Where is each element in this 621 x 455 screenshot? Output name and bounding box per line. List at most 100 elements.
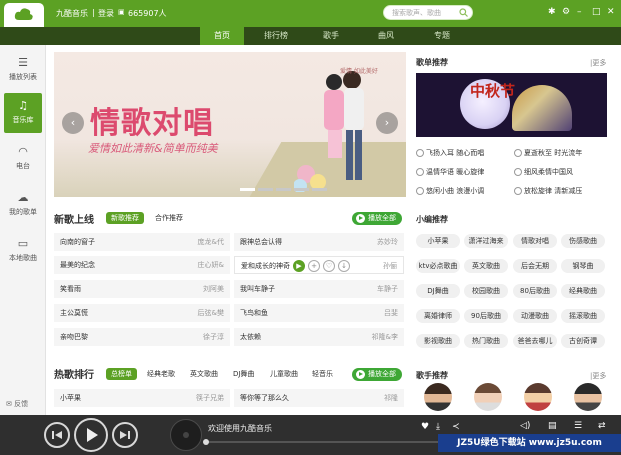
favorite-song-icon[interactable]: ♡	[323, 260, 335, 272]
singer-avatar[interactable]	[424, 383, 452, 411]
sidebar-item-playlist[interactable]: ☰ 播放列表	[0, 50, 46, 90]
next-button[interactable]	[112, 422, 138, 448]
close-icon[interactable]: ✕	[607, 6, 615, 18]
editor-tag[interactable]: 钢琴曲	[561, 259, 605, 273]
tab-classic-oldies[interactable]: 经典老歌	[142, 368, 180, 380]
playlist-icon[interactable]: ☰	[574, 421, 582, 431]
editor-tag[interactable]: 90后歌曲	[464, 309, 508, 323]
playlist-item[interactable]: 飞扬入耳 随心而唱	[416, 148, 484, 158]
sidebar-item-local-songs[interactable]: ▭ 本地歌曲	[0, 231, 46, 271]
song-artist[interactable]: 吕斐	[384, 304, 398, 322]
editor-tag[interactable]: 潇洋过海来	[464, 234, 508, 248]
editor-tag[interactable]: 热门歌曲	[464, 334, 508, 348]
song-artist[interactable]: 筷子兄弟	[196, 389, 224, 407]
editor-tag[interactable]: ktv必点歌曲	[416, 259, 460, 273]
search-icon[interactable]	[459, 8, 468, 17]
editor-tag[interactable]: 英文歌曲	[464, 259, 508, 273]
banner-dot[interactable]	[276, 188, 291, 191]
login-link[interactable]: 登录	[98, 8, 114, 19]
song-name[interactable]: 飞鸟和鱼	[240, 304, 268, 322]
tab-genres[interactable]: 曲风	[364, 27, 408, 45]
play-all-new-button[interactable]: 播放全部	[352, 212, 402, 225]
banner-dot[interactable]	[312, 188, 327, 191]
tab-dj-dance[interactable]: DJ舞曲	[228, 368, 259, 380]
tab-english-songs[interactable]: 英文歌曲	[185, 368, 223, 380]
song-artist[interactable]: 祁隆	[384, 389, 398, 407]
editor-tag[interactable]: 动漫歌曲	[513, 309, 557, 323]
banner-prev-button[interactable]: ‹	[62, 112, 84, 134]
singer-avatar[interactable]	[574, 383, 602, 411]
tab-topics[interactable]: 专题	[420, 27, 464, 45]
song-name[interactable]: 跟神总会认得	[240, 233, 282, 251]
tab-children-songs[interactable]: 儿童歌曲	[265, 368, 303, 380]
promo-banner[interactable]: 爱情 如此美好 情歌对唱 爱情如此清新&简单而纯美 ‹ ›	[54, 52, 406, 197]
song-artist[interactable]: 刘阿美	[203, 280, 224, 298]
download-song-icon[interactable]: ↓	[338, 260, 350, 272]
maximize-icon[interactable]: □	[592, 6, 601, 18]
playlists-more-link[interactable]: |更多	[590, 58, 606, 68]
album-cover[interactable]	[170, 419, 202, 451]
minimize-icon[interactable]: –	[577, 6, 582, 18]
banner-dot[interactable]	[240, 188, 255, 191]
editor-tag[interactable]: DJ舞曲	[416, 284, 460, 298]
editor-tag[interactable]: 80后歌曲	[513, 284, 557, 298]
song-name[interactable]: 爱和成长的神奇	[241, 257, 290, 273]
song-artist[interactable]: 庄心妍&	[198, 256, 224, 274]
singers-more-link[interactable]: |更多	[590, 371, 606, 381]
tab-overall-chart[interactable]: 总榜单	[106, 368, 137, 380]
song-row[interactable]: 飞鸟和鱼 吕斐	[234, 304, 404, 322]
song-name[interactable]: 亲吻巴黎	[60, 328, 88, 346]
song-artist[interactable]: 后弦&樊	[198, 304, 224, 322]
editor-tag[interactable]: 离婚律师	[416, 309, 460, 323]
song-row[interactable]: 笑看雨 刘阿美	[54, 280, 230, 298]
playlist-item[interactable]: 放松旋律 清新减压	[514, 186, 582, 196]
editor-tag[interactable]: 影视歌曲	[416, 334, 460, 348]
editor-tag[interactable]: 伤感歌曲	[561, 234, 605, 248]
progress-handle[interactable]	[203, 439, 209, 445]
play-button[interactable]	[74, 418, 108, 452]
playlist-item[interactable]: 温情华语 暖心旋律	[416, 167, 484, 177]
playlist-feature-image[interactable]: 中秋节	[416, 73, 607, 137]
search-box[interactable]: 搜索歌声、歌曲	[383, 5, 473, 20]
add-song-icon[interactable]: +	[308, 260, 320, 272]
skin-icon[interactable]: ✱	[548, 6, 556, 18]
editor-tag[interactable]: 校园歌曲	[464, 284, 508, 298]
song-name[interactable]: 笑看雨	[60, 280, 81, 298]
song-artist[interactable]: 庞龙&代	[198, 233, 224, 251]
feedback-link[interactable]: ✉ 反馈	[6, 399, 28, 409]
play-all-hot-button[interactable]: 播放全部	[352, 368, 402, 381]
song-artist[interactable]: 徐子淳	[203, 328, 224, 346]
app-logo[interactable]	[4, 3, 44, 29]
playlist-item[interactable]: 夏逝秋至 时光流年	[514, 148, 582, 158]
song-artist[interactable]: 苏妙玲	[377, 233, 398, 251]
singer-avatar[interactable]	[474, 383, 502, 411]
editor-tag[interactable]: 后会无期	[513, 259, 557, 273]
song-name[interactable]: 太依赖	[240, 328, 261, 346]
tab-light-music[interactable]: 轻音乐	[307, 368, 338, 380]
share-icon[interactable]: ≺	[452, 422, 460, 432]
download-icon[interactable]: ⤓	[436, 422, 440, 432]
tab-partner-recommend[interactable]: 合作推荐	[150, 212, 188, 224]
song-name[interactable]: 向南的窗子	[60, 233, 95, 251]
song-artist[interactable]: 孙俪	[383, 257, 397, 273]
song-name[interactable]: 主公莫慌	[60, 304, 88, 322]
song-row[interactable]: 向南的窗子 庞龙&代	[54, 233, 230, 251]
song-row[interactable]: 最美的纪念 庄心妍&	[54, 256, 230, 274]
song-row[interactable]: 亲吻巴黎 徐子淳	[54, 328, 230, 346]
song-artist[interactable]: 祁隆&李	[372, 328, 398, 346]
song-row[interactable]: 等你等了那么久 祁隆	[234, 389, 404, 407]
previous-button[interactable]	[44, 422, 70, 448]
shuffle-icon[interactable]: ⇄	[598, 421, 606, 431]
song-row[interactable]: 太依赖 祁隆&李	[234, 328, 404, 346]
singer-avatar[interactable]	[524, 383, 552, 411]
editor-tag[interactable]: 古创奇谭	[561, 334, 605, 348]
song-row[interactable]: 主公莫慌 后弦&樊	[54, 304, 230, 322]
song-row-hovered[interactable]: 爱和成长的神奇 ▶ + ♡ ↓ 孙俪	[234, 256, 404, 274]
play-song-icon[interactable]: ▶	[293, 260, 305, 272]
sidebar-item-radio[interactable]: ◠ 电台	[0, 139, 46, 179]
lyrics-icon[interactable]: ▤	[548, 421, 557, 431]
settings-icon[interactable]: ⚙	[562, 6, 570, 18]
tab-singers[interactable]: 歌手	[309, 27, 353, 45]
song-name[interactable]: 小苹果	[60, 389, 81, 407]
tab-new-recommend[interactable]: 新歌推荐	[106, 212, 144, 224]
